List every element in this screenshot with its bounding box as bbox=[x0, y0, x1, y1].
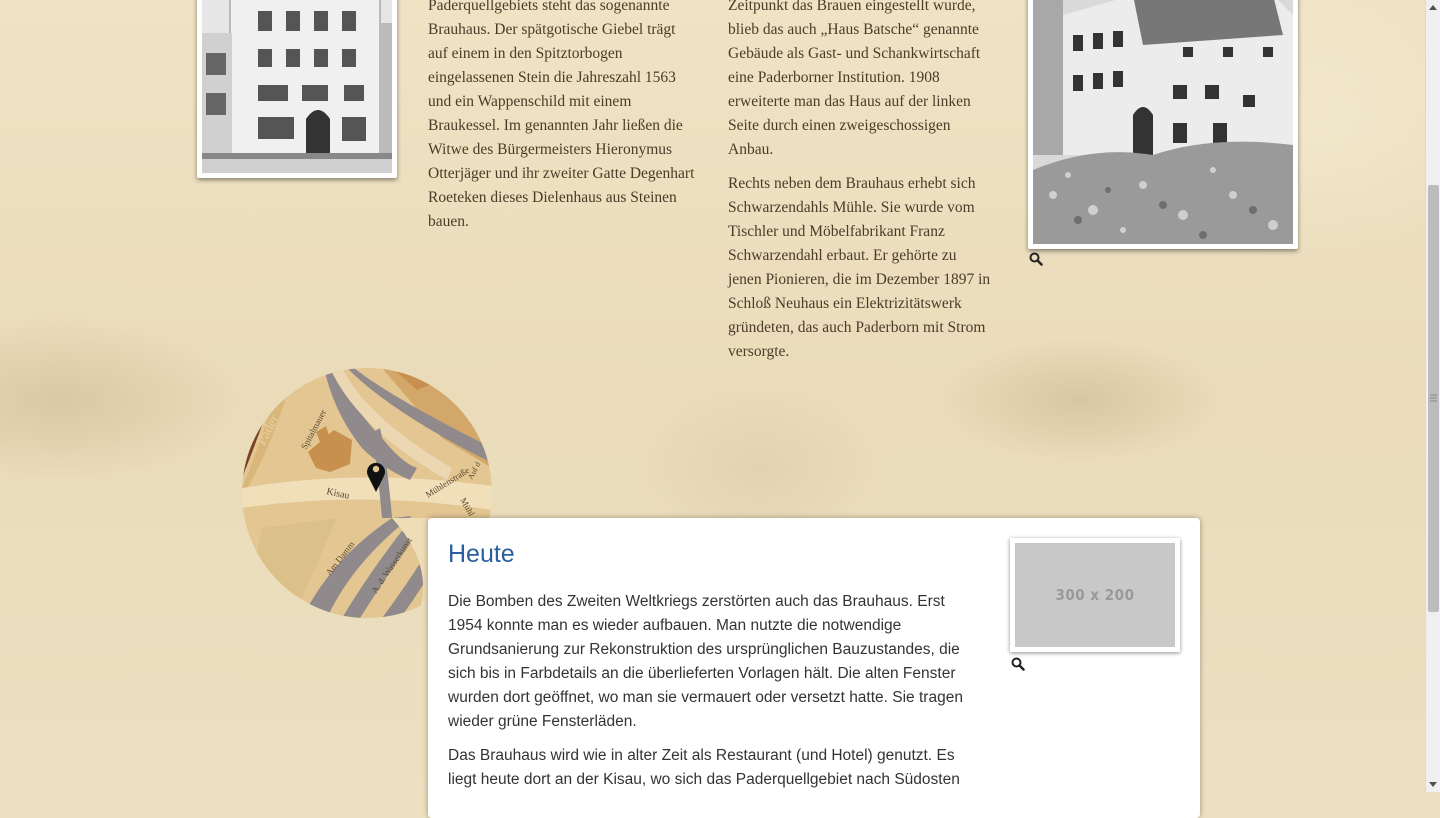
scroll-down-button[interactable] bbox=[1426, 777, 1440, 792]
image-placeholder: 300 x 200 bbox=[1015, 543, 1175, 647]
history-text-left-line: Brauhaus. Der spätgotische Giebel trägt bbox=[428, 21, 676, 38]
today-text-line: sich bis in Farbdetails an die überliefe… bbox=[448, 665, 956, 682]
history-text-right-line: Seite durch einen zweigeschossigen bbox=[728, 117, 951, 134]
history-text-left: Paderquellgebiets steht das sogenannte B… bbox=[428, 0, 718, 234]
arrow-down-icon bbox=[1429, 782, 1437, 787]
history-text-right-line: Schwarzendahl erbaut. Er gehörte zu bbox=[728, 247, 957, 264]
today-photo[interactable]: 300 x 200 bbox=[1010, 538, 1180, 652]
history-text-right-line: Schloß Neuhaus ein Elektrizitätswerk bbox=[728, 295, 962, 312]
history-text-right: Zeitpunkt das Brauen eingestellt wurde, … bbox=[728, 0, 1008, 374]
historic-photo-ruins-image bbox=[1033, 0, 1293, 244]
history-text-left-line: Witwe des Bürgermeisters Hieronymus bbox=[428, 141, 673, 158]
history-text-left-line: und ein Wappenschild mit einem bbox=[428, 93, 632, 110]
today-text-line: wieder grüne Fensterläden. bbox=[448, 713, 637, 730]
history-text-left-line: Paderquellgebiets steht das sogenannte bbox=[428, 0, 670, 14]
today-text-line: liegt heute dort an der Kisau, wo sich d… bbox=[448, 771, 960, 788]
today-paragraph-2: Das Brauhaus wird wie in alter Zeit als … bbox=[448, 744, 988, 792]
history-text-right-line: jenen Pionieren, die im Dezember 1897 in bbox=[728, 271, 991, 288]
history-text-left-line: Braukessel. Im genannten Jahr ließen die bbox=[428, 117, 683, 134]
history-paragraph-2: Rechts neben dem Brauhaus erhebt sich Sc… bbox=[728, 172, 1008, 364]
history-text-left-line: bauen. bbox=[428, 213, 469, 230]
today-text-line: wurden dort geöffnet, wo man sie vermaue… bbox=[448, 689, 963, 706]
magnifier-icon[interactable] bbox=[1029, 252, 1043, 266]
today-text-line: Die Bomben des Zweiten Weltkriegs zerstö… bbox=[448, 593, 945, 610]
history-paragraph-1: Zeitpunkt das Brauen eingestellt wurde, … bbox=[728, 0, 1008, 162]
today-text-line: 1954 konnte man es wieder aufbauen. Man … bbox=[448, 617, 902, 634]
today-text: Die Bomben des Zweiten Weltkriegs zerstö… bbox=[448, 590, 988, 802]
today-card: Heute Die Bomben des Zweiten Weltkriegs … bbox=[428, 518, 1200, 818]
history-text-right-line: blieb das auch „Haus Batsche“ genannte bbox=[728, 21, 979, 38]
arrow-up-icon bbox=[1429, 5, 1437, 10]
historic-photo-ruins[interactable] bbox=[1028, 0, 1298, 249]
today-text-line: Grundsanierung zur Rekonstruktion des ur… bbox=[448, 641, 960, 658]
history-text-right-line: versorgte. bbox=[728, 343, 790, 360]
history-text-left-line: Otterjäger und ihr zweiter Gatte Degenha… bbox=[428, 165, 695, 182]
today-text-line: Das Brauhaus wird wie in alter Zeit als … bbox=[448, 747, 955, 764]
history-text-left-line: eingelassenen Stein die Jahreszahl 1563 bbox=[428, 69, 676, 86]
history-text-right-line: Anbau. bbox=[728, 141, 774, 158]
today-heading: Heute bbox=[448, 540, 515, 568]
history-text-right-line: Zeitpunkt das Brauen eingestellt wurde, bbox=[728, 0, 976, 14]
today-paragraph-1: Die Bomben des Zweiten Weltkriegs zerstö… bbox=[448, 590, 988, 734]
history-text-right-line: Tischler und Möbelfabrikant Franz bbox=[728, 223, 945, 240]
ruins-photo-graphic bbox=[1033, 0, 1293, 244]
brauhaus-photo-graphic bbox=[202, 0, 392, 173]
scroll-up-button[interactable] bbox=[1426, 0, 1440, 15]
history-text-left-line: Roeteken dieses Dielenhaus aus Steinen bbox=[428, 189, 677, 206]
historic-photo-left[interactable] bbox=[197, 0, 397, 178]
magnifier-icon[interactable] bbox=[1011, 657, 1025, 671]
scroll-thumb[interactable] bbox=[1428, 185, 1439, 612]
history-text-right-line: Schwarzendahls Mühle. Sie wurde vom bbox=[728, 199, 975, 216]
history-text-right-line: Gebäude als Gast- und Schankwirtschaft bbox=[728, 45, 981, 62]
grip-icon bbox=[1430, 394, 1437, 402]
history-text-right-line: eine Paderborner Institution. 1908 bbox=[728, 69, 940, 86]
history-text-left-line: auf einem in den Spitztorbogen bbox=[428, 45, 623, 62]
history-text-right-line: erweiterte man das Haus auf der linken bbox=[728, 93, 971, 110]
page-scrollbar[interactable] bbox=[1425, 0, 1440, 792]
history-text-right-line: Rechts neben dem Brauhaus erhebt sich bbox=[728, 175, 976, 192]
history-text-right-line: gründeten, das auch Paderborn mit Strom bbox=[728, 319, 986, 336]
historic-photo-left-image bbox=[202, 0, 392, 173]
